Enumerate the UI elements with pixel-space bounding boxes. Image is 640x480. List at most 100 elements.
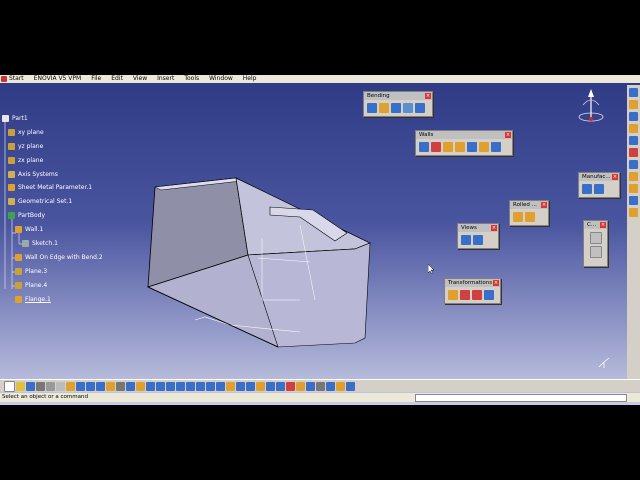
hide-show-icon[interactable] [236,381,245,391]
menu-tools[interactable]: Tools [179,75,204,83]
rolled-wall-icon[interactable] [525,212,535,222]
analysis-tool-icon[interactable] [326,381,335,391]
cutout-icon[interactable] [629,112,638,121]
formula-icon[interactable] [116,381,125,391]
sheet-metal-part-model[interactable] [140,170,380,360]
menu-window[interactable]: Window [204,75,238,83]
unfold-icon[interactable] [403,103,413,113]
measure-icon[interactable] [629,196,638,205]
extrusion-icon[interactable] [431,142,441,152]
menu-insert[interactable]: Insert [152,75,179,83]
swept-wall-icon[interactable] [443,142,453,152]
tree-node-wall1[interactable]: Wall.1 [15,226,43,233]
table-icon[interactable] [146,381,155,391]
close-icon[interactable]: × [600,222,606,228]
menu-enovia[interactable]: ENOVIA V5 VPM [29,75,87,83]
axis-to-axis-icon[interactable] [484,290,494,300]
wall-tool-icon[interactable] [629,100,638,109]
pan-icon[interactable] [156,381,165,391]
measure-tool-icon[interactable] [316,381,325,391]
copy-icon[interactable] [56,381,65,391]
tear-drop-icon[interactable] [479,142,489,152]
command-input[interactable] [415,394,627,402]
normal-view-icon[interactable] [196,381,205,391]
tree-node-plane4[interactable]: Plane.4 [15,282,47,289]
rotate-icon[interactable] [166,381,175,391]
tree-node-part1[interactable]: Part1 [2,115,28,122]
cut-out-icon[interactable] [286,381,295,391]
close-icon[interactable]: × [493,280,499,286]
catalog-icon[interactable] [136,381,145,391]
constraint-icon[interactable] [589,232,602,244]
rotation-icon[interactable] [472,290,482,300]
menu-file[interactable]: File [86,75,106,83]
wall-toolbar-icon[interactable] [266,381,275,391]
stamp-icon[interactable] [629,136,638,145]
new-icon[interactable] [4,380,15,392]
print-icon[interactable] [36,381,45,391]
save-icon[interactable] [26,381,35,391]
pattern-icon[interactable] [629,148,638,157]
tree-node-sheet-metal-parameter[interactable]: Sheet Metal Parameter.1 [8,184,92,191]
menu-help[interactable]: Help [238,75,262,83]
tree-node-flange1[interactable]: Flange.1 [15,296,51,303]
cut-icon[interactable] [46,381,55,391]
menu-edit[interactable]: Edit [106,75,128,83]
wall-icon[interactable] [419,142,429,152]
recognize-icon[interactable] [276,381,285,391]
swap-space-icon[interactable] [246,381,255,391]
translation-icon[interactable] [460,290,470,300]
hole-icon[interactable] [629,124,638,133]
bend-from-flat-icon[interactable] [391,103,401,113]
compass-icon[interactable] [573,87,609,127]
corner-icon[interactable] [296,381,305,391]
tree-node-zx-plane[interactable]: zx plane [8,157,43,164]
update-icon[interactable] [106,381,115,391]
close-icon[interactable]: × [505,132,511,138]
zoom-out-icon[interactable] [186,381,195,391]
undo-icon[interactable] [76,381,85,391]
user-flange-icon[interactable] [491,142,501,152]
line-icon[interactable] [629,172,638,181]
redo-icon[interactable] [86,381,95,391]
chamfer-icon[interactable] [306,381,315,391]
tree-node-yz-plane[interactable]: yz plane [8,143,43,150]
fold-icon[interactable] [415,103,425,113]
symmetry-icon[interactable] [448,290,458,300]
conical-bend-icon[interactable] [379,103,389,113]
tree-node-wall-on-edge[interactable]: Wall On Edge with Bend.2 [15,254,103,261]
bend-icon[interactable] [367,103,377,113]
plane-tool-icon[interactable] [629,184,638,193]
apply-material-icon[interactable] [336,381,345,391]
analysis-icon[interactable] [629,208,638,217]
constraint-defined-icon[interactable] [589,246,602,258]
flange-icon[interactable] [455,142,465,152]
menu-view[interactable]: View [128,75,152,83]
hem-icon[interactable] [467,142,477,152]
close-icon[interactable]: × [491,225,497,231]
hopper-icon[interactable] [513,212,523,222]
sketcher-icon[interactable] [629,88,638,97]
zoom-in-icon[interactable] [176,381,185,391]
render-icon[interactable] [346,381,355,391]
open-icon[interactable] [16,381,25,391]
paste-icon[interactable] [66,381,75,391]
shading-icon[interactable] [226,381,235,391]
whats-this-icon[interactable] [96,381,105,391]
sheet-metal-parameters-icon[interactable] [256,381,265,391]
tree-node-geometrical-set[interactable]: Geometrical Set.1 [8,198,72,205]
multi-view-icon[interactable] [206,381,215,391]
tree-node-partbody[interactable]: PartBody [8,212,45,219]
tree-node-axis-systems[interactable]: Axis Systems [8,171,58,178]
tree-node-sketch1[interactable]: Sketch.1 [22,240,58,247]
tree-node-plane3[interactable]: Plane.3 [15,268,47,275]
iso-view-icon[interactable] [216,381,225,391]
close-icon[interactable]: × [541,202,547,208]
point-icon[interactable] [629,160,638,169]
multi-viewer-icon[interactable] [473,235,483,245]
close-icon[interactable]: × [425,93,431,99]
close-icon[interactable]: × [612,174,618,180]
tree-node-xy-plane[interactable]: xy plane [8,129,44,136]
fold-unfold-icon[interactable] [461,235,471,245]
knowledge-icon[interactable] [126,381,135,391]
